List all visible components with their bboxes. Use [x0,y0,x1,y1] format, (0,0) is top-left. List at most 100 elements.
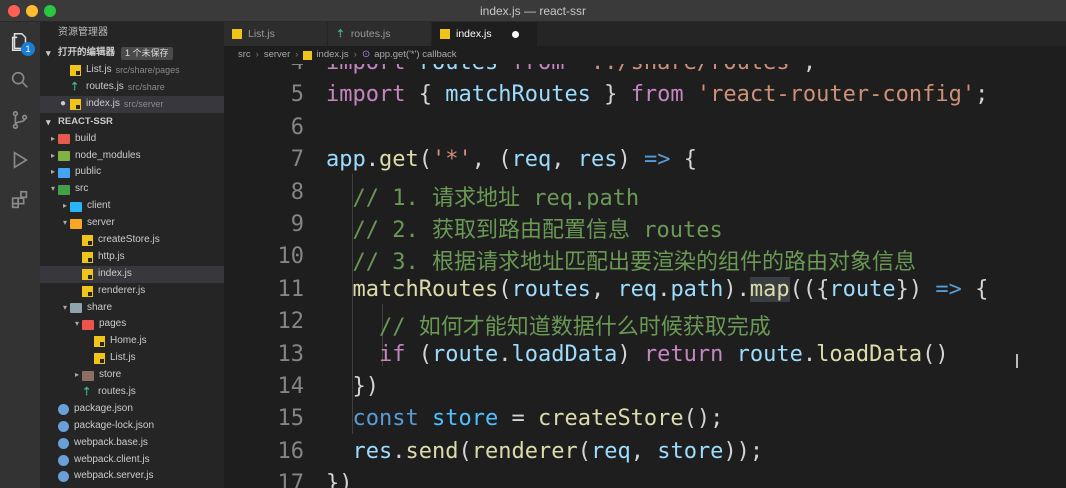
tree-file[interactable]: Home.js [40,333,224,350]
code-token: , ( [471,147,512,173]
code-line[interactable]: 17}) [224,471,1066,488]
config-file-icon [58,437,69,449]
code-line[interactable]: 8 // 1. 请求地址 req.path [224,180,1066,213]
code-line[interactable]: 11 matchRoutes(routes, req.path).map(({r… [224,276,1066,310]
extensions-icon[interactable] [0,180,40,220]
project-header[interactable]: ▾ REACT-SSR [40,113,224,131]
tree-item-name: build [75,132,97,144]
chevron-down-icon: ▾ [50,184,55,194]
tree-file[interactable]: package.json [40,401,224,418]
code-token: , [590,276,618,302]
code-token: path [670,276,724,302]
line-number: 10 [277,244,305,270]
code-line[interactable]: 5 import { matchRoutes } from 'react-rout… [224,82,1066,115]
tree-file[interactable]: http.js [40,249,224,266]
open-editor-item[interactable]: ⇡ routes.js src/share [40,79,224,96]
tree-folder[interactable]: ▾ share [40,300,224,317]
chevron-right-icon: › [255,49,259,60]
code-line[interactable]: 15 const store = createStore(); [224,406,1066,439]
function-symbol-icon: ⊙ [361,49,371,60]
breadcrumb-symbol[interactable]: app.get('*') callback [374,46,456,64]
tree-file[interactable]: index.js [40,265,224,283]
tree-folder[interactable]: ▸ node_modules [40,148,224,165]
tab-label: index.js [456,28,492,40]
sidebar-title: 资源管理器 [58,27,108,38]
tab-index-js[interactable]: index.js [432,22,538,46]
tree-item-name: package-lock.json [74,419,155,431]
js-file-icon [70,64,81,76]
tree-file[interactable]: package-lock.json [40,418,224,435]
code-line[interactable]: 6 [224,115,1066,148]
folder-icon [70,218,82,229]
code-line[interactable]: 13 if (route.loadData) return route.load… [224,342,1066,375]
code-token: ; [803,64,816,75]
tab-List-js[interactable]: List.js [224,22,328,46]
open-editor-item[interactable]: List.js src/share/pages [40,62,224,79]
code-token: () [922,341,949,367]
code-token: renderer [471,438,578,464]
code-token: loadData [511,341,618,367]
tree-item-name: renderer.js [98,284,146,296]
breadcrumb-item[interactable]: src [238,46,251,64]
tree-item-name: pages [99,318,127,330]
breadcrumb-item[interactable]: index.js [316,46,348,64]
open-editor-item[interactable]: ● index.js src/server [40,95,224,113]
tree-folder[interactable]: ▾ src [40,181,224,198]
line-number: 4 [224,64,304,75]
code-token: import [326,64,405,75]
window-title: index.js — react-ssr [479,4,587,18]
js-file-icon [232,29,242,39]
tree-folder[interactable]: ▾ server [40,215,224,232]
code-text: // 2. 获取到路由配置信息 routes [326,212,723,244]
js-file-icon [82,234,93,246]
code-line[interactable]: 10 // 3. 根据请求地址匹配出要渲染的组件的路由对象信息 [224,244,1066,277]
code-editor[interactable]: 4import routes from '../share/routes';5i… [224,64,1066,488]
tree-file[interactable]: createStore.js [40,232,224,249]
tree-file[interactable]: List.js [40,350,224,367]
tab-routes-js[interactable]: ⇡ routes.js [328,22,432,46]
tree-folder[interactable]: ▾ pages [40,316,224,333]
open-editors-header[interactable]: ▾ 打开的编辑器 1 个未保存 [40,44,224,62]
search-icon[interactable] [0,60,40,100]
tree-file[interactable]: webpack.client.js [40,452,224,469]
code-token: from [511,64,564,75]
code-line[interactable]: 14 }) [224,374,1066,407]
tree-file[interactable]: ⇡ routes.js [40,384,224,401]
code-line[interactable]: 9 // 2. 获取到路由配置信息 routes [224,212,1066,245]
code-text: }) [326,374,379,399]
code-token: store [431,406,499,432]
tree-file[interactable]: renderer.js [40,283,224,300]
debug-icon[interactable] [0,140,40,180]
chevron-right-icon: ▸ [50,133,55,143]
code-token: route [736,341,803,367]
tree-folder[interactable]: ▸ store [40,367,224,384]
unsaved-dot-icon[interactable] [511,30,519,38]
tree-item-name: client [87,200,111,212]
tree-item-name: server [87,217,115,229]
code-line[interactable]: 12 // 如何才能知道数据什么时候获取完成 [224,309,1066,342]
source-control-icon[interactable] [0,100,40,140]
code-line[interactable]: 16 res.send(renderer(req, store)); [224,439,1066,472]
tree-file[interactable]: webpack.server.js [40,468,224,485]
chevron-right-icon: ▸ [50,150,55,160]
code-line[interactable]: 7 app.get('*', (req, res) => { [224,147,1066,180]
tree-item-name: webpack.server.js [74,470,154,482]
code-line[interactable]: 4 import routes from '../share/routes'; [224,64,1066,83]
code-token: { [961,276,989,302]
tree-file[interactable]: webpack.base.js [40,435,224,452]
unsaved-badge: 1 [21,42,35,56]
breadcrumb-item[interactable]: server [264,46,290,64]
tree-folder[interactable]: ▸ client [40,198,224,215]
tree-folder[interactable]: ▸ build [40,131,224,148]
tree-folder[interactable]: ▸ public [40,164,224,181]
explorer-icon[interactable]: 1 [0,22,40,62]
tree-item-name: Home.js [110,335,147,347]
config-file-icon [58,454,69,466]
code-token: . [657,276,671,302]
